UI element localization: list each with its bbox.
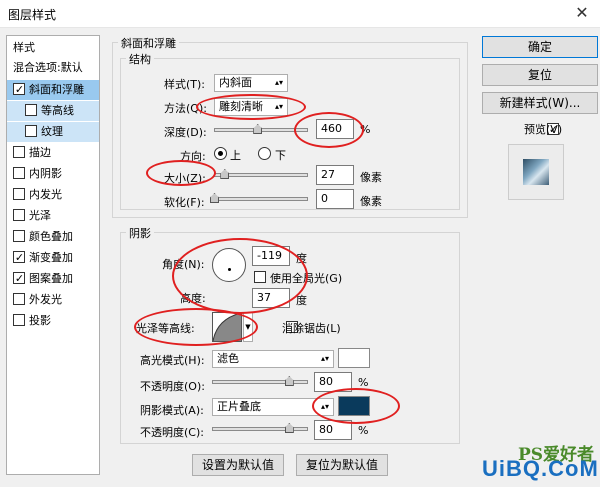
style-item-label: 等高线	[41, 104, 74, 117]
style-select-value: 内斜面	[219, 76, 252, 89]
highlight-mode-label: 高光模式(H):	[140, 354, 205, 367]
style-item-outer-glow[interactable]: 外发光	[7, 290, 99, 310]
title-bar	[0, 0, 600, 28]
checkbox[interactable]	[13, 188, 25, 200]
style-item-label: 外发光	[29, 293, 62, 306]
preview-image	[523, 159, 549, 185]
shadow-opacity-unit: %	[358, 424, 369, 437]
direction-up-label: 上	[230, 149, 241, 162]
checkbox[interactable]	[13, 230, 25, 242]
make-default-button[interactable]: 设置为默认值	[192, 454, 284, 476]
checkbox[interactable]	[25, 125, 37, 137]
bevel-group-title: 斜面和浮雕	[118, 35, 179, 51]
soften-input[interactable]: 0	[316, 189, 354, 209]
close-icon[interactable]: ✕	[570, 2, 594, 24]
direction-down-radio[interactable]	[258, 147, 271, 160]
shadow-mode-label: 阴影模式(A):	[140, 404, 204, 417]
style-item-inner-shadow[interactable]: 内阴影	[7, 164, 99, 184]
highlight-color-swatch[interactable]	[338, 348, 370, 368]
style-item-label: 纹理	[41, 125, 63, 138]
style-item-label: 渐变叠加	[29, 251, 73, 264]
style-item-contour[interactable]: 等高线	[7, 101, 99, 121]
soften-unit: 像素	[360, 195, 382, 208]
soften-slider-track[interactable]	[214, 197, 308, 201]
style-item-bevel-emboss[interactable]: 斜面和浮雕	[7, 80, 99, 100]
styles-header[interactable]: 样式	[7, 38, 99, 58]
highlight-opacity-unit: %	[358, 376, 369, 389]
style-item-blending-options[interactable]: 混合选项:默认	[7, 58, 99, 78]
style-item-label: 投影	[29, 314, 51, 327]
shadow-opacity-label: 不透明度(C):	[140, 426, 204, 439]
checkbox[interactable]	[13, 83, 25, 95]
updown-icon: ▴▾	[320, 354, 329, 363]
highlight-mode-value: 滤色	[217, 352, 239, 365]
annotation-circle-shadow-color	[312, 388, 400, 424]
style-select[interactable]: 内斜面 ▴▾	[214, 74, 288, 92]
ok-button[interactable]: 确定	[482, 36, 598, 58]
style-item-label: 斜面和浮雕	[29, 83, 84, 96]
updown-icon: ▴▾	[274, 78, 283, 87]
style-item-label: 内发光	[29, 188, 62, 201]
direction-up-radio[interactable]	[214, 147, 227, 160]
style-item-label: 描边	[29, 146, 51, 159]
checkbox[interactable]	[13, 272, 25, 284]
style-item-gradient-overlay[interactable]: 渐变叠加	[7, 248, 99, 268]
style-item-label: 内阴影	[29, 167, 62, 180]
checkbox[interactable]	[13, 167, 25, 179]
new-style-button[interactable]: 新建样式(W)...	[482, 92, 598, 114]
highlight-opacity-label: 不透明度(O):	[140, 380, 205, 393]
reset-button[interactable]: 复位	[482, 64, 598, 86]
annotation-circle-gloss	[134, 308, 258, 346]
annotation-circle-technique	[196, 94, 306, 120]
style-item-satin[interactable]: 光泽	[7, 206, 99, 226]
structure-title: 结构	[126, 51, 154, 67]
reset-default-button[interactable]: 复位为默认值	[296, 454, 388, 476]
checkbox[interactable]	[13, 251, 25, 263]
style-item-color-overlay[interactable]: 颜色叠加	[7, 227, 99, 247]
annotation-circle-size	[146, 160, 216, 186]
preview-label: 预览(V)	[524, 123, 563, 136]
shadow-mode-value: 正片叠底	[217, 400, 261, 413]
size-input[interactable]: 27	[316, 165, 354, 185]
style-item-texture[interactable]: 纹理	[7, 122, 99, 142]
checkbox[interactable]	[13, 209, 25, 221]
soften-label: 软化(F):	[164, 196, 205, 209]
shading-title: 阴影	[126, 225, 154, 241]
checkbox[interactable]	[13, 314, 25, 326]
highlight-mode-select[interactable]: 滤色 ▴▾	[212, 350, 334, 368]
style-item-label: 图案叠加	[29, 272, 73, 285]
style-item-inner-glow[interactable]: 内发光	[7, 185, 99, 205]
styles-list: 样式 混合选项:默认 斜面和浮雕 等高线 纹理 描边 内阴影 内发光 光泽 颜色…	[6, 35, 100, 475]
style-item-stroke[interactable]: 描边	[7, 143, 99, 163]
checkbox[interactable]	[25, 104, 37, 116]
depth-label: 深度(D):	[164, 126, 207, 139]
window-title: 图层样式	[8, 8, 57, 22]
annotation-circle-depth	[294, 112, 364, 148]
style-item-drop-shadow[interactable]: 投影	[7, 311, 99, 331]
style-label: 样式(T):	[164, 78, 206, 91]
preview-thumbnail	[508, 144, 564, 200]
style-item-pattern-overlay[interactable]: 图案叠加	[7, 269, 99, 289]
direction-down-label: 下	[275, 149, 286, 162]
watermark-site: UiBQ.CoM	[482, 456, 599, 481]
annotation-circle-angle	[172, 238, 308, 314]
size-unit: 像素	[360, 171, 382, 184]
checkbox[interactable]	[13, 293, 25, 305]
style-item-label: 颜色叠加	[29, 230, 73, 243]
checkbox[interactable]	[13, 146, 25, 158]
anti-alias-label: 消除锯齿(L)	[282, 322, 341, 335]
style-item-label: 光泽	[29, 209, 51, 222]
